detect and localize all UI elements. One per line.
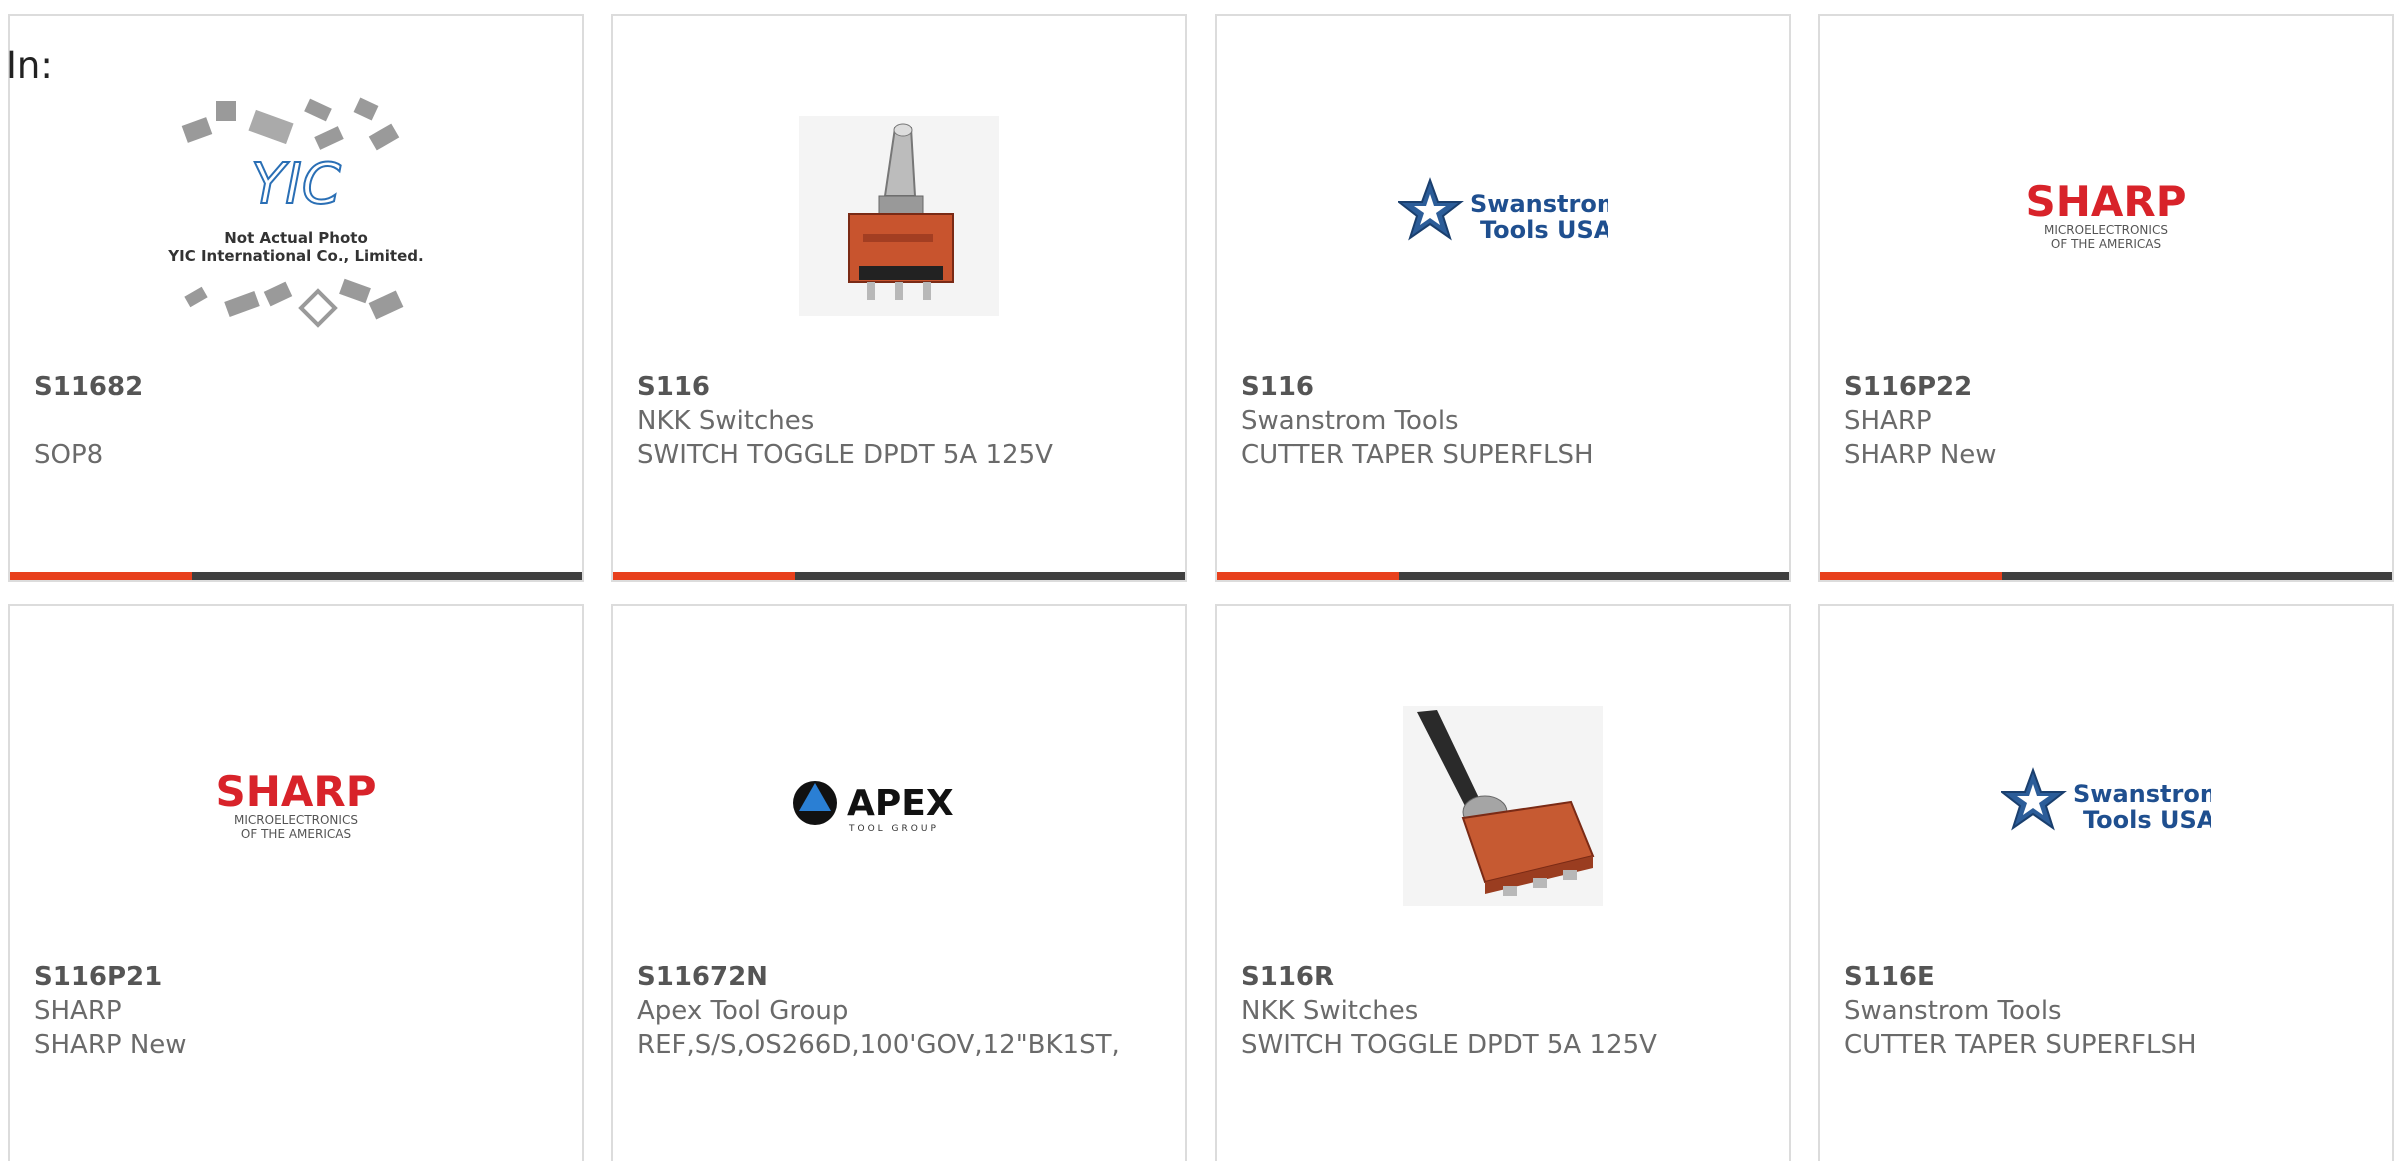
description: SOP8 — [34, 440, 104, 470]
lever-switch-icon — [1403, 706, 1603, 906]
svg-text:Swanstrom: Swanstrom — [1470, 190, 1608, 218]
product-info: S116R NKK Switches SWITCH TOGGLE DPDT 5A… — [1241, 960, 1779, 1062]
card-footer-bar — [613, 572, 1185, 580]
product-card[interactable]: SHARP MICROELECTRONICS OF THE AMERICAS S… — [1818, 14, 2394, 582]
part-number[interactable]: S11672N — [637, 960, 1175, 994]
svg-text:YIC International Co., Limited: YIC International Co., Limited. — [167, 247, 423, 265]
manufacturer: SHARP — [34, 996, 122, 1026]
svg-text:MICROELECTRONICS: MICROELECTRONICS — [234, 813, 358, 827]
swanstrom-logo-icon: Swanstrom Tools USA — [1398, 177, 1608, 244]
part-number[interactable]: S116 — [637, 370, 1175, 404]
description: SWITCH TOGGLE DPDT 5A 125V — [1241, 1030, 1657, 1060]
product-info: S11682 SOP8 — [34, 370, 572, 472]
card-footer-accent — [1217, 572, 1399, 580]
product-image[interactable]: Swanstrom Tools USA — [1820, 666, 2392, 946]
product-card[interactable]: APEX TOOL GROUP S11672N Apex Tool Group … — [611, 604, 1187, 1161]
description: SHARP New — [34, 1030, 187, 1060]
toggle-switch-icon — [799, 116, 999, 316]
card-footer-accent — [10, 572, 192, 580]
card-footer-bar — [1217, 572, 1789, 580]
product-card[interactable]: Swanstrom Tools USA S116E Swanstrom Tool… — [1818, 604, 2394, 1161]
swanstrom-logo-icon: Swanstrom Tools USA — [2001, 767, 2211, 834]
manufacturer: Apex Tool Group — [637, 996, 849, 1026]
svg-text:SHARP: SHARP — [2025, 177, 2186, 226]
description: REF,S/S,OS266D,100'GOV,12"BK1ST, — [637, 1030, 1120, 1060]
part-number[interactable]: S116R — [1241, 960, 1779, 994]
manufacturer: Swanstrom Tools — [1844, 996, 2062, 1026]
product-card[interactable]: S116 NKK Switches SWITCH TOGGLE DPDT 5A … — [611, 14, 1187, 582]
product-info: S116 NKK Switches SWITCH TOGGLE DPDT 5A … — [637, 370, 1175, 472]
card-footer-bar — [1820, 572, 2392, 580]
product-image[interactable]: SHARP MICROELECTRONICS OF THE AMERICAS — [10, 666, 582, 946]
part-number[interactable]: S116 — [1241, 370, 1779, 404]
svg-text:TOOL GROUP: TOOL GROUP — [848, 824, 939, 834]
card-footer-bar — [10, 572, 582, 580]
svg-text:MICROELECTRONICS: MICROELECTRONICS — [2044, 223, 2168, 237]
svg-text:Tools USA: Tools USA — [1480, 216, 1608, 244]
part-number[interactable]: S116P22 — [1844, 370, 2382, 404]
svg-text:Not Actual Photo: Not Actual Photo — [224, 229, 368, 247]
product-card[interactable]: Swanstrom Tools USA S116 Swanstrom Tools… — [1215, 14, 1791, 582]
product-image[interactable]: Swanstrom Tools USA — [1217, 76, 1789, 356]
description: CUTTER TAPER SUPERFLSH — [1241, 440, 1594, 470]
product-image[interactable]: SHARP MICROELECTRONICS OF THE AMERICAS — [1820, 76, 2392, 356]
product-info: S116E Swanstrom Tools CUTTER TAPER SUPER… — [1844, 960, 2382, 1062]
manufacturer: NKK Switches — [1241, 996, 1419, 1026]
product-image[interactable] — [1217, 666, 1789, 946]
svg-text:APEX: APEX — [847, 783, 954, 824]
sharp-logo-icon: SHARP MICROELECTRONICS OF THE AMERICAS — [215, 767, 376, 841]
part-number[interactable]: S116E — [1844, 960, 2382, 994]
part-number[interactable]: S11682 — [34, 370, 572, 404]
description: SWITCH TOGGLE DPDT 5A 125V — [637, 440, 1053, 470]
product-grid-page: In: YIC Not Actual Photo YIC Internation… — [0, 0, 2400, 1161]
product-card[interactable]: SHARP MICROELECTRONICS OF THE AMERICAS S… — [8, 604, 584, 1161]
description: CUTTER TAPER SUPERFLSH — [1844, 1030, 2197, 1060]
sharp-logo-icon: SHARP MICROELECTRONICS OF THE AMERICAS — [2025, 177, 2186, 251]
card-footer-accent — [1820, 572, 2002, 580]
product-image[interactable] — [613, 76, 1185, 356]
product-image[interactable]: YIC Not Actual Photo YIC International C… — [10, 76, 582, 356]
manufacturer: Swanstrom Tools — [1241, 406, 1459, 436]
product-info: S116P22 SHARP SHARP New — [1844, 370, 2382, 472]
manufacturer: SHARP — [1844, 406, 1932, 436]
manufacturer: NKK Switches — [637, 406, 815, 436]
filter-label: In: — [6, 44, 53, 87]
part-number[interactable]: S116P21 — [34, 960, 572, 994]
svg-text:Tools USA: Tools USA — [2083, 806, 2211, 834]
product-info: S116P21 SHARP SHARP New — [34, 960, 572, 1062]
svg-text:Swanstrom: Swanstrom — [2073, 780, 2211, 808]
apex-logo-icon: APEX TOOL GROUP — [793, 781, 954, 834]
card-footer-accent — [613, 572, 795, 580]
svg-text:YIC: YIC — [251, 152, 341, 217]
product-info: S116 Swanstrom Tools CUTTER TAPER SUPERF… — [1241, 370, 1779, 472]
manufacturer — [34, 404, 572, 438]
description: SHARP New — [1844, 440, 1997, 470]
product-card[interactable]: YIC Not Actual Photo YIC International C… — [8, 14, 584, 582]
svg-text:OF THE AMERICAS: OF THE AMERICAS — [2051, 237, 2161, 251]
product-grid: YIC Not Actual Photo YIC International C… — [0, 0, 2400, 1161]
product-image[interactable]: APEX TOOL GROUP — [613, 666, 1185, 946]
yic-placeholder-icon: YIC Not Actual Photo YIC International C… — [167, 97, 424, 328]
svg-text:OF THE AMERICAS: OF THE AMERICAS — [241, 827, 351, 841]
svg-text:SHARP: SHARP — [215, 767, 376, 816]
product-info: S11672N Apex Tool Group REF,S/S,OS266D,1… — [637, 960, 1175, 1062]
product-card[interactable]: S116R NKK Switches SWITCH TOGGLE DPDT 5A… — [1215, 604, 1791, 1161]
